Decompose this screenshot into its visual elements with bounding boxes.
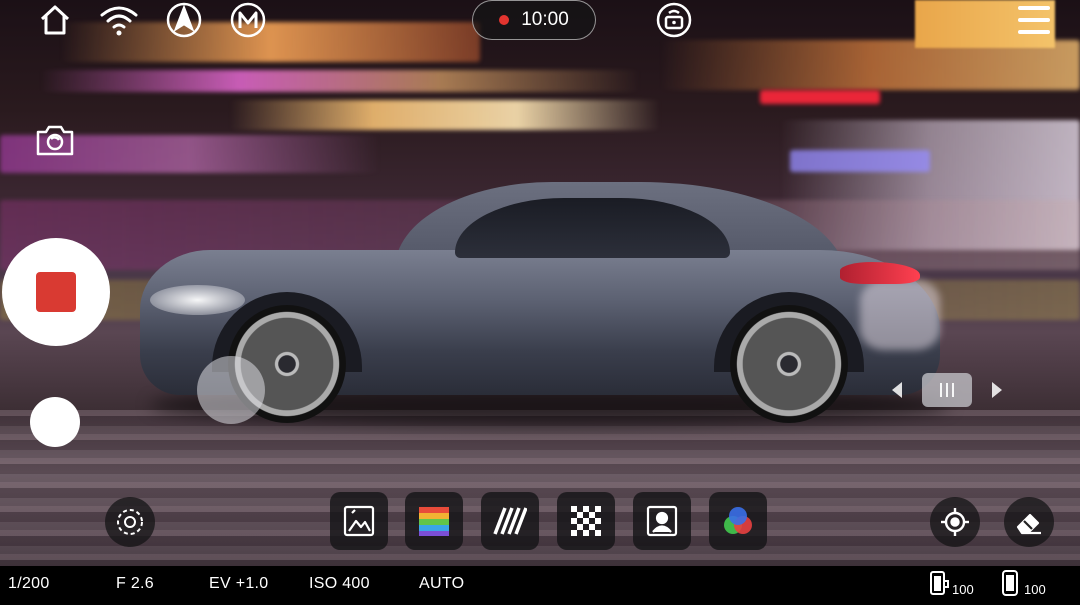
- phone-battery: 100: [1000, 569, 1046, 597]
- car-headlight: [150, 285, 245, 315]
- car-rear-glow: [860, 280, 940, 350]
- aperture[interactable]: F 2.6: [116, 575, 154, 593]
- stop-icon: [36, 272, 76, 312]
- mode-m-button[interactable]: [228, 0, 268, 40]
- portrait-icon: [646, 505, 678, 537]
- zebra-stripes-icon: [493, 507, 527, 535]
- focus-target-button[interactable]: [930, 497, 980, 547]
- menu-icon: [1018, 6, 1050, 10]
- rainbow-color-icon: [419, 507, 449, 536]
- target-dial-icon: [117, 509, 143, 535]
- camera-battery-icon: [930, 571, 949, 595]
- gimbal-remote-button[interactable]: [654, 0, 694, 40]
- record-stop-button[interactable]: [2, 238, 110, 346]
- camera-switch-icon: [36, 125, 74, 156]
- chevron-left-icon[interactable]: [892, 382, 902, 398]
- wifi-icon: [100, 6, 138, 36]
- car-wheel: [730, 305, 848, 423]
- landscape-filter-icon: [343, 505, 375, 537]
- phone-battery-level: 100: [1024, 582, 1046, 597]
- navigation-button[interactable]: [164, 0, 204, 40]
- light-streak: [760, 90, 880, 104]
- eraser-button[interactable]: [1004, 497, 1054, 547]
- photo-capture-button[interactable]: [30, 397, 80, 447]
- camera-battery: 100: [928, 569, 974, 597]
- exposure-value[interactable]: EV +1.0: [209, 575, 268, 593]
- parameter-bar: [0, 566, 1080, 605]
- white-balance[interactable]: AUTO: [419, 575, 464, 593]
- home-icon: [40, 5, 70, 35]
- phone-battery-icon: [1002, 570, 1018, 596]
- iso-value[interactable]: ISO 400: [309, 575, 370, 593]
- focus-joystick[interactable]: [197, 356, 265, 424]
- portrait-button[interactable]: [633, 492, 691, 550]
- navigation-arrow-icon: [166, 2, 202, 38]
- zoom-slider[interactable]: [892, 372, 1002, 408]
- recording-timer: 10:00: [472, 0, 596, 40]
- light-streak: [230, 100, 660, 130]
- light-streak: [40, 70, 640, 92]
- rgb-button[interactable]: [709, 492, 767, 550]
- mode-m-icon: [230, 2, 266, 38]
- timer-label: 10:00: [521, 9, 569, 30]
- camera-battery-level: 100: [952, 582, 974, 597]
- menu-icon: [1018, 30, 1050, 34]
- target-dial-button[interactable]: [105, 497, 155, 547]
- gimbal-remote-icon: [656, 2, 692, 38]
- eraser-icon: [1016, 513, 1041, 535]
- focus-crosshair-icon: [941, 508, 969, 536]
- camera-switch-button[interactable]: [34, 122, 76, 158]
- landscape-filter-button[interactable]: [330, 492, 388, 550]
- color-filter-button[interactable]: [405, 492, 463, 550]
- recording-dot: [499, 15, 510, 25]
- wifi-button[interactable]: [99, 0, 139, 40]
- zebra-button[interactable]: [481, 492, 539, 550]
- home-button[interactable]: [35, 0, 75, 40]
- shutter-speed[interactable]: 1/200: [8, 575, 50, 593]
- camera-viewfinder[interactable]: [0, 0, 1080, 605]
- checkerboard-icon: [571, 506, 601, 536]
- menu-button[interactable]: [1012, 2, 1056, 38]
- zoom-handle[interactable]: [922, 373, 972, 407]
- menu-icon: [1018, 18, 1050, 22]
- peaking-button[interactable]: [557, 492, 615, 550]
- chevron-right-icon[interactable]: [992, 382, 1002, 398]
- rgb-circles-icon: [724, 507, 752, 534]
- light-streak: [790, 150, 930, 172]
